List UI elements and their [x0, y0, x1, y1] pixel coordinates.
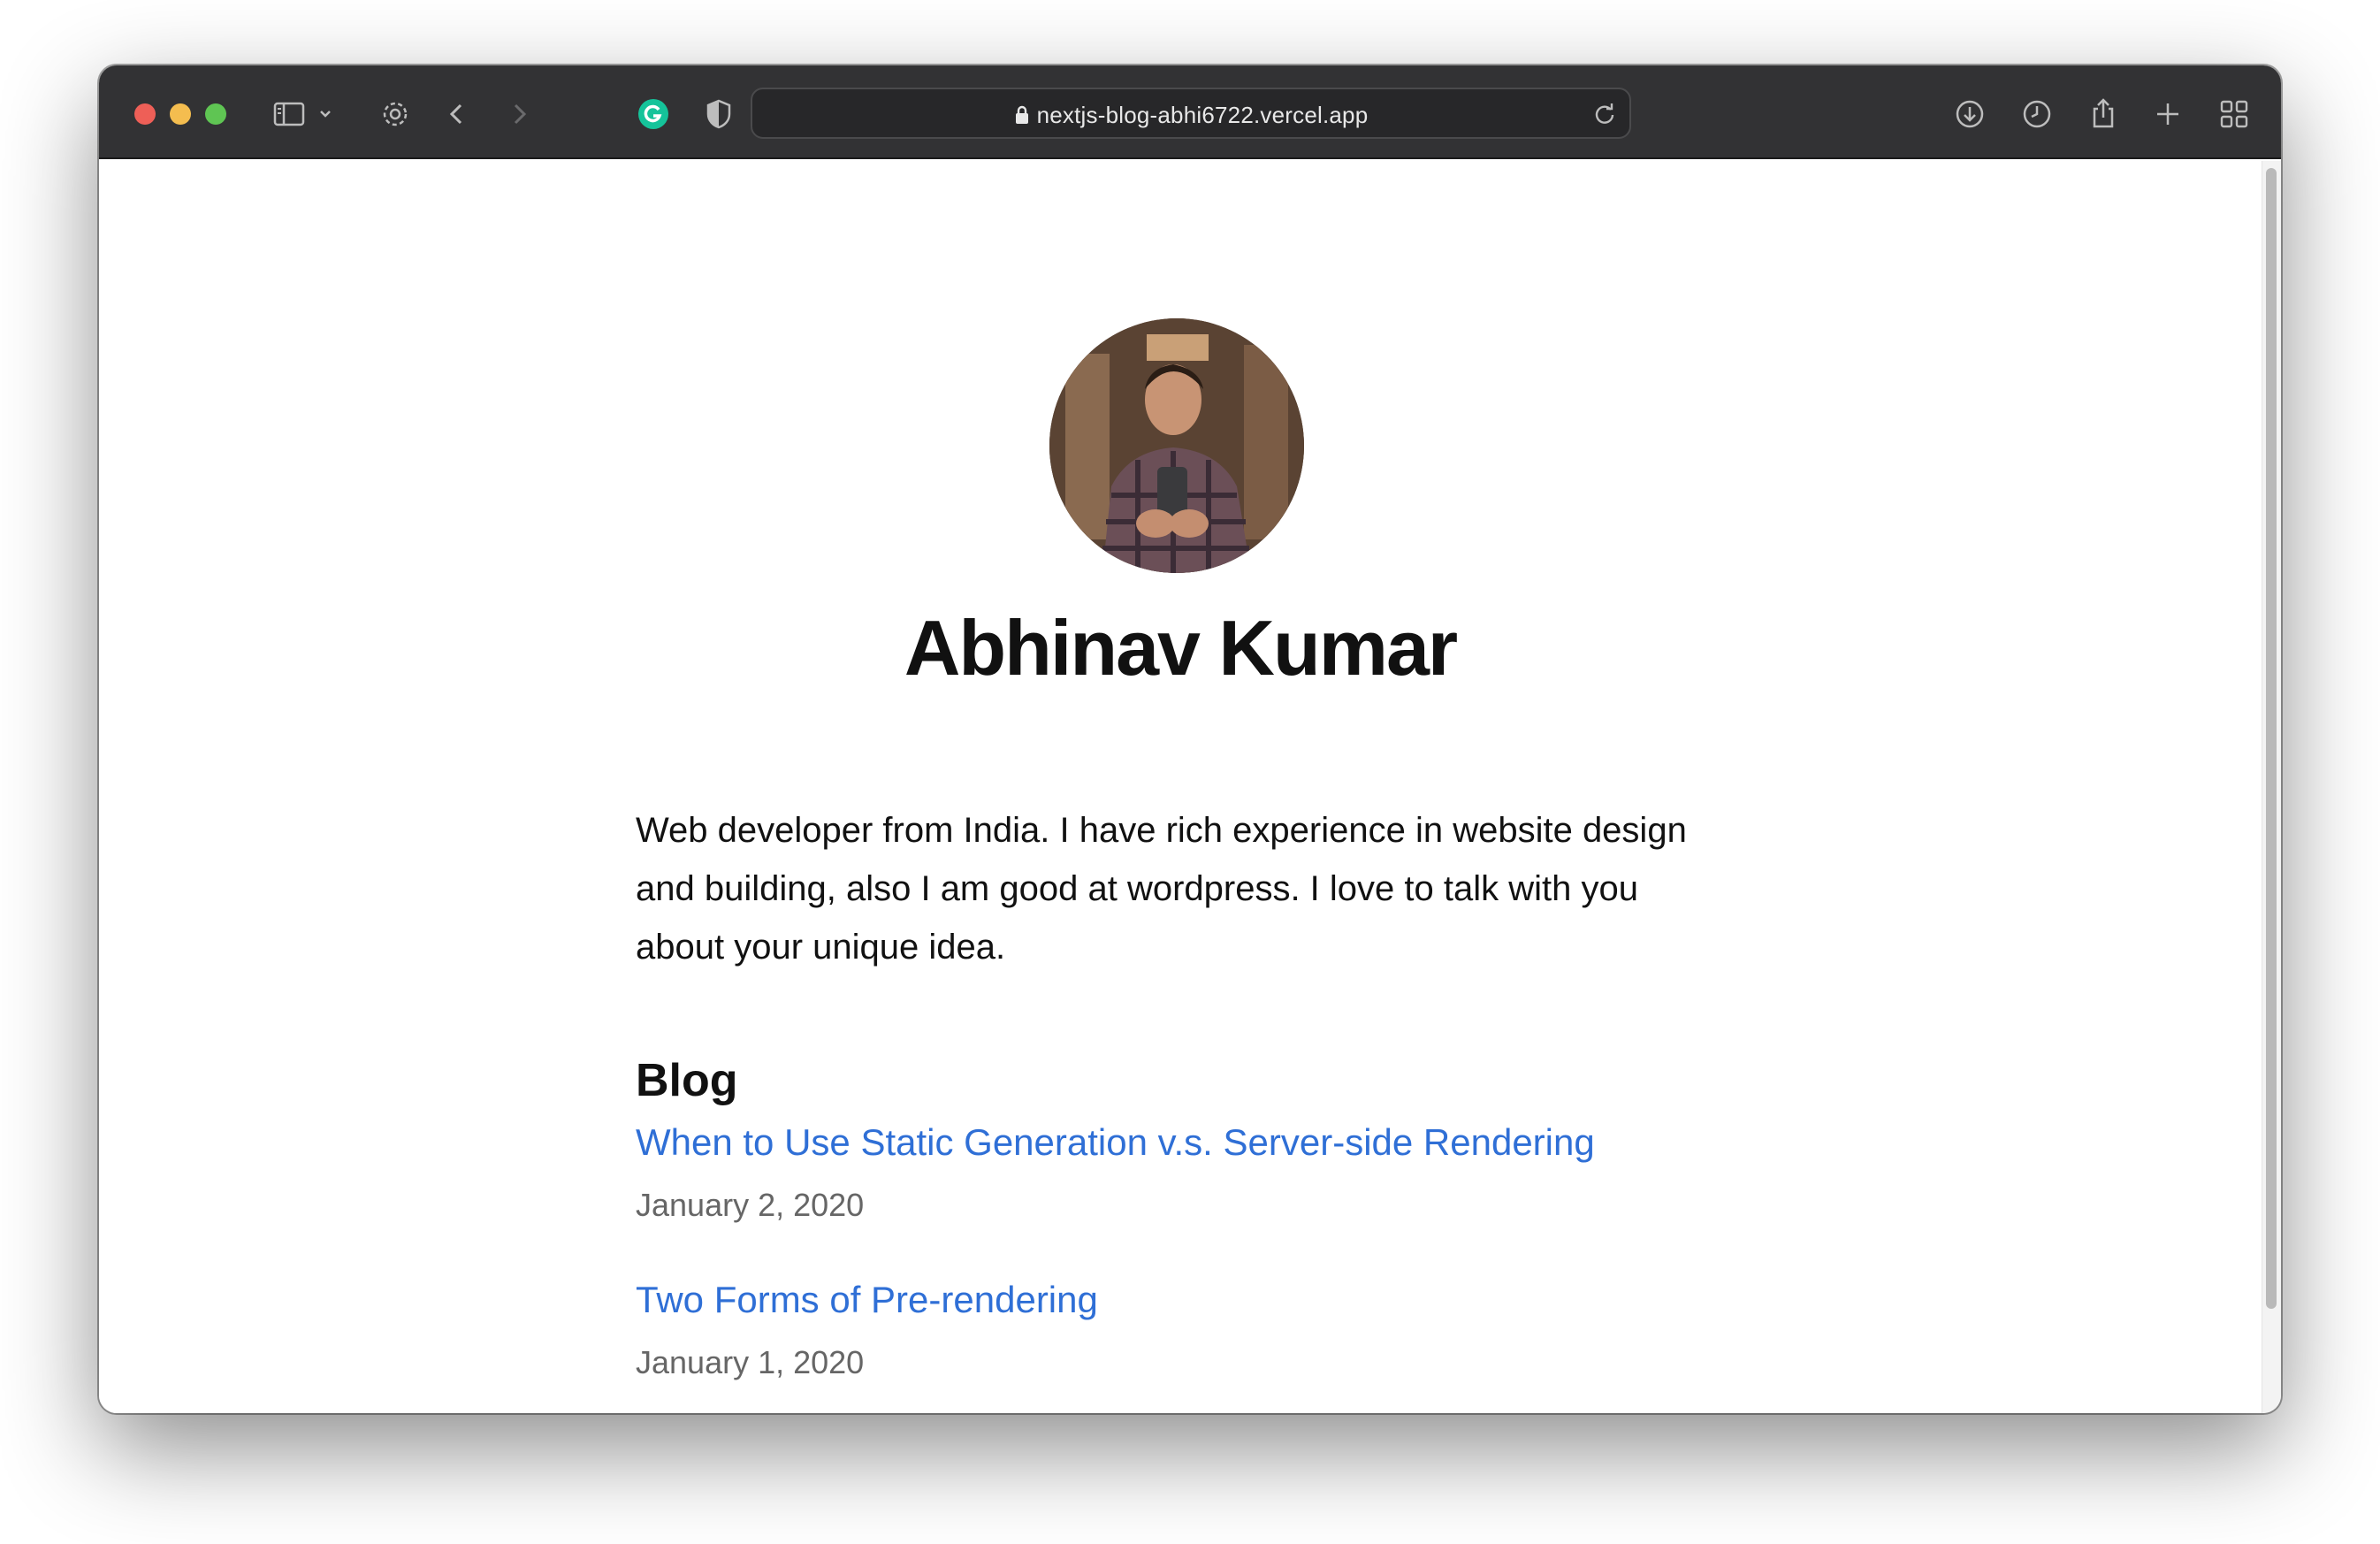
clock-icon[interactable]: [2018, 95, 2056, 134]
url-label: nextjs-blog-abhi6722.vercel.app: [1036, 102, 1369, 128]
share-icon[interactable]: [2084, 95, 2123, 134]
reload-icon[interactable]: [1590, 100, 1619, 128]
download-icon[interactable]: [1950, 95, 1989, 134]
profile-name: Abhinav Kumar: [904, 604, 1458, 692]
chevron-right-icon[interactable]: [500, 95, 538, 134]
desktop-background: nextjs-blog-abhi6722.vercel.app Abhinav …: [0, 0, 2380, 1544]
post-link[interactable]: Two Forms of Pre-rendering: [636, 1279, 1098, 1321]
page-content: Abhinav Kumar Web developer from India. …: [99, 161, 2262, 1413]
post-link[interactable]: When to Use Static Generation v.s. Serve…: [636, 1121, 1595, 1164]
lock-icon: [1015, 105, 1028, 124]
minimize-window-button[interactable]: [170, 103, 191, 125]
profile-photo: [1049, 318, 1304, 573]
shield-icon[interactable]: [699, 95, 738, 134]
profile-bio: Web developer from India. I have rich ex…: [636, 811, 1687, 967]
grid-icon[interactable]: [2215, 95, 2254, 134]
url-text: nextjs-blog-abhi6722.vercel.app: [752, 102, 1629, 129]
gear-icon[interactable]: [376, 95, 415, 134]
browser-window: nextjs-blog-abhi6722.vercel.app Abhinav …: [99, 65, 2281, 1413]
browser-toolbar: nextjs-blog-abhi6722.vercel.app: [99, 65, 2281, 159]
close-window-button[interactable]: [134, 103, 156, 125]
post-date: January 1, 2020: [636, 1344, 865, 1380]
chevron-down-icon[interactable]: [315, 95, 336, 134]
scrollbar-thumb[interactable]: [2266, 168, 2277, 1309]
grammarly-icon[interactable]: [634, 95, 673, 134]
scrollbar[interactable]: [2262, 161, 2281, 1413]
maximize-window-button[interactable]: [205, 103, 226, 125]
plus-icon[interactable]: [2148, 95, 2187, 134]
avatar: [1049, 318, 1304, 573]
post-date: January 2, 2020: [636, 1187, 865, 1223]
address-bar[interactable]: nextjs-blog-abhi6722.vercel.app: [751, 88, 1631, 139]
chevron-left-icon[interactable]: [438, 95, 477, 134]
sidebar-icon[interactable]: [270, 95, 309, 134]
blog-heading: Blog: [636, 1055, 738, 1106]
